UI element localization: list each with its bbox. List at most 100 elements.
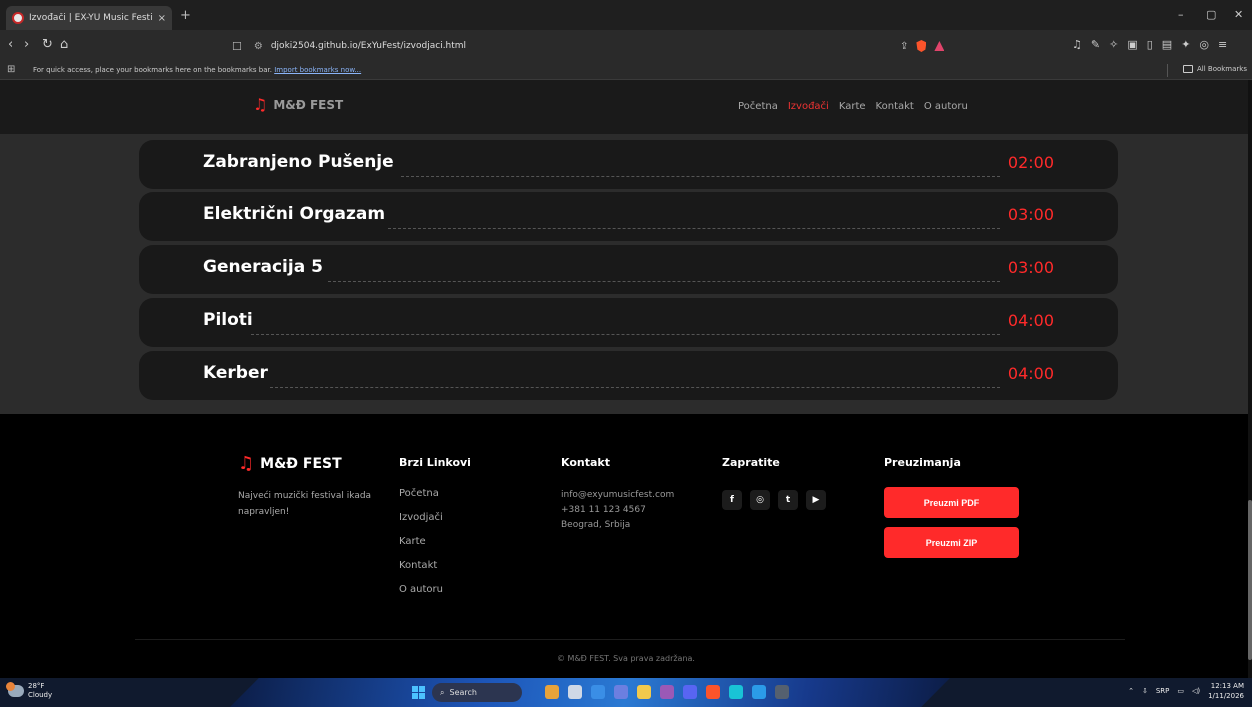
taskbar-search[interactable]: ⌕ Search	[432, 683, 522, 702]
dotted-leader	[401, 176, 1000, 177]
downloads-title: Preuzimanja	[884, 456, 961, 469]
sidebar-icon[interactable]: ▯	[1147, 38, 1153, 51]
folder-icon	[1182, 65, 1193, 73]
explorer-app-icon[interactable]	[545, 685, 559, 699]
logo-text: M&Đ FEST	[273, 98, 344, 112]
nav-performers[interactable]: Izvođači	[788, 101, 829, 112]
youtube-icon[interactable]: ▶	[806, 490, 826, 510]
weather-temp: 28°F	[28, 682, 45, 690]
language-indicator[interactable]: SRP	[1156, 687, 1170, 695]
tab-close-icon[interactable]: ×	[158, 13, 166, 24]
display-icon[interactable]: ▭	[1177, 687, 1184, 695]
notes-app-icon[interactable]	[568, 685, 582, 699]
site-header: ♫ M&Đ FEST Početna Izvođači Karte Kontak…	[0, 80, 1252, 134]
vpn-icon[interactable]: ◎	[1199, 38, 1209, 51]
share-icon[interactable]: ⇪	[900, 41, 908, 52]
search-icon: ⌕	[440, 687, 445, 697]
discord-app-icon[interactable]	[683, 685, 697, 699]
extensions-icon[interactable]: ✧	[1109, 38, 1118, 51]
performer-row: Zabranjeno Pušenje 02:00	[139, 140, 1118, 189]
nav-about-author[interactable]: O autoru	[924, 101, 968, 112]
performer-name: Električni Orgazam	[203, 204, 386, 224]
quick-links: Početna Izvodjači Karte Kontakt O autoru	[399, 488, 443, 608]
reload-icon[interactable]: ↻	[42, 37, 53, 53]
address-bar-actions: ⇪	[900, 40, 945, 52]
apps-icon[interactable]: ⊞	[7, 64, 15, 75]
window-close-button[interactable]: ✕	[1234, 8, 1243, 21]
footer-link-tickets[interactable]: Karte	[399, 536, 443, 560]
screenshot-icon[interactable]: ▣	[1127, 38, 1137, 51]
performer-name: Piloti	[203, 310, 253, 330]
music-note-icon: ♫	[253, 95, 268, 114]
volume-icon[interactable]: ◁)	[1192, 687, 1200, 695]
tab-title: Izvođači | EX-YU Music Festival 2	[29, 13, 152, 23]
chevron-up-icon[interactable]: ⌃	[1128, 687, 1134, 695]
music-note-icon: ♫	[238, 453, 255, 474]
weather-widget[interactable]: 28°F Cloudy	[6, 682, 52, 700]
terminal-app-icon[interactable]	[775, 685, 789, 699]
taskbar-apps	[545, 685, 789, 699]
clock[interactable]: 12:13 AM 1/11/2026	[1208, 681, 1244, 701]
site-logo[interactable]: ♫ M&Đ FEST	[253, 97, 343, 113]
forward-icon[interactable]: ›	[24, 37, 29, 53]
page-scrollbar[interactable]	[1248, 80, 1252, 678]
footer-link-performers[interactable]: Izvodjači	[399, 512, 443, 536]
pen-icon[interactable]: ✎	[1091, 38, 1100, 51]
browser-app-icon[interactable]	[729, 685, 743, 699]
nav-contact[interactable]: Kontakt	[876, 101, 914, 112]
contact-email[interactable]: info@exyumusicfest.com	[561, 488, 674, 503]
leo-icon[interactable]: ✦	[1181, 38, 1190, 51]
home-icon[interactable]: ⌂	[60, 37, 68, 53]
url-field[interactable]: ☐ ⚙ djoki2504.github.io/ExYuFest/izvodja…	[232, 36, 977, 56]
window-minimize-button[interactable]: –	[1178, 8, 1184, 21]
facebook-icon[interactable]: f	[722, 490, 742, 510]
scrollbar-thumb[interactable]	[1248, 500, 1252, 660]
edge-app-icon[interactable]	[591, 685, 605, 699]
follow-title: Zapratite	[722, 456, 780, 469]
footer-logo[interactable]: ♫ M&Đ FEST	[238, 453, 342, 474]
new-tab-button[interactable]: +	[180, 8, 191, 23]
nav-tickets[interactable]: Karte	[839, 101, 866, 112]
window-restore-button[interactable]: ▢	[1206, 8, 1216, 21]
footer-link-home[interactable]: Početna	[399, 488, 443, 512]
menu-icon[interactable]: ≡	[1218, 38, 1227, 51]
performer-row: Generacija 5 03:00	[139, 245, 1118, 294]
teams-app-icon[interactable]	[614, 685, 628, 699]
brave-app-icon[interactable]	[706, 685, 720, 699]
url-text[interactable]: djoki2504.github.io/ExYuFest/izvodjaci.h…	[271, 41, 466, 51]
site-nav: Početna Izvođači Karte Kontakt O autoru	[738, 101, 968, 112]
footer-tagline: Najveći muzički festival ikada napravlje…	[238, 491, 372, 517]
instagram-icon[interactable]: ◎	[750, 490, 770, 510]
back-icon[interactable]: ‹	[8, 37, 13, 53]
quick-links-title: Brzi Linkovi	[399, 456, 471, 469]
bookmark-icon[interactable]: ☐	[232, 40, 242, 53]
heart-app-icon[interactable]	[660, 685, 674, 699]
site-footer: ♫ M&Đ FEST Najveći muzički festival ikad…	[0, 414, 1252, 678]
import-bookmarks-link[interactable]: Import bookmarks now...	[274, 66, 361, 74]
performer-name: Generacija 5	[203, 257, 323, 277]
browser-tab[interactable]: Izvođači | EX-YU Music Festival 2 ×	[6, 6, 172, 30]
dotted-leader	[328, 281, 1000, 282]
footer-logo-text: M&Đ FEST	[260, 456, 342, 472]
footer-link-contact[interactable]: Kontakt	[399, 560, 443, 584]
brave-shields-icon[interactable]	[916, 40, 927, 52]
nav-home[interactable]: Početna	[738, 101, 778, 112]
all-bookmarks-label: All Bookmarks	[1196, 65, 1247, 73]
brave-rewards-icon[interactable]	[934, 41, 945, 51]
download-zip-button[interactable]: Preuzmi ZIP	[884, 527, 1019, 558]
download-pdf-button[interactable]: Preuzmi PDF	[884, 487, 1019, 518]
tab-manager-icon[interactable]: ▤	[1162, 38, 1172, 51]
site-info-icon[interactable]: ⚙	[254, 41, 263, 52]
start-icon[interactable]	[412, 686, 425, 699]
footer-divider	[135, 639, 1125, 640]
clock-date: 1/11/2026	[1208, 692, 1244, 700]
all-bookmarks-button[interactable]: All Bookmarks	[1182, 65, 1247, 73]
taskbar: 28°F Cloudy ⌕ Search ⌃ ⇩ SRP ▭ ◁) 12:13 …	[0, 678, 1252, 707]
usb-icon[interactable]: ⇩	[1142, 687, 1148, 695]
footer-link-about[interactable]: O autoru	[399, 584, 443, 608]
bookmarks-hint: For quick access, place your bookmarks h…	[33, 66, 361, 74]
vscode-app-icon[interactable]	[752, 685, 766, 699]
twitter-icon[interactable]: t	[778, 490, 798, 510]
folder-app-icon[interactable]	[637, 685, 651, 699]
reader-icon[interactable]: ♫	[1072, 38, 1082, 51]
